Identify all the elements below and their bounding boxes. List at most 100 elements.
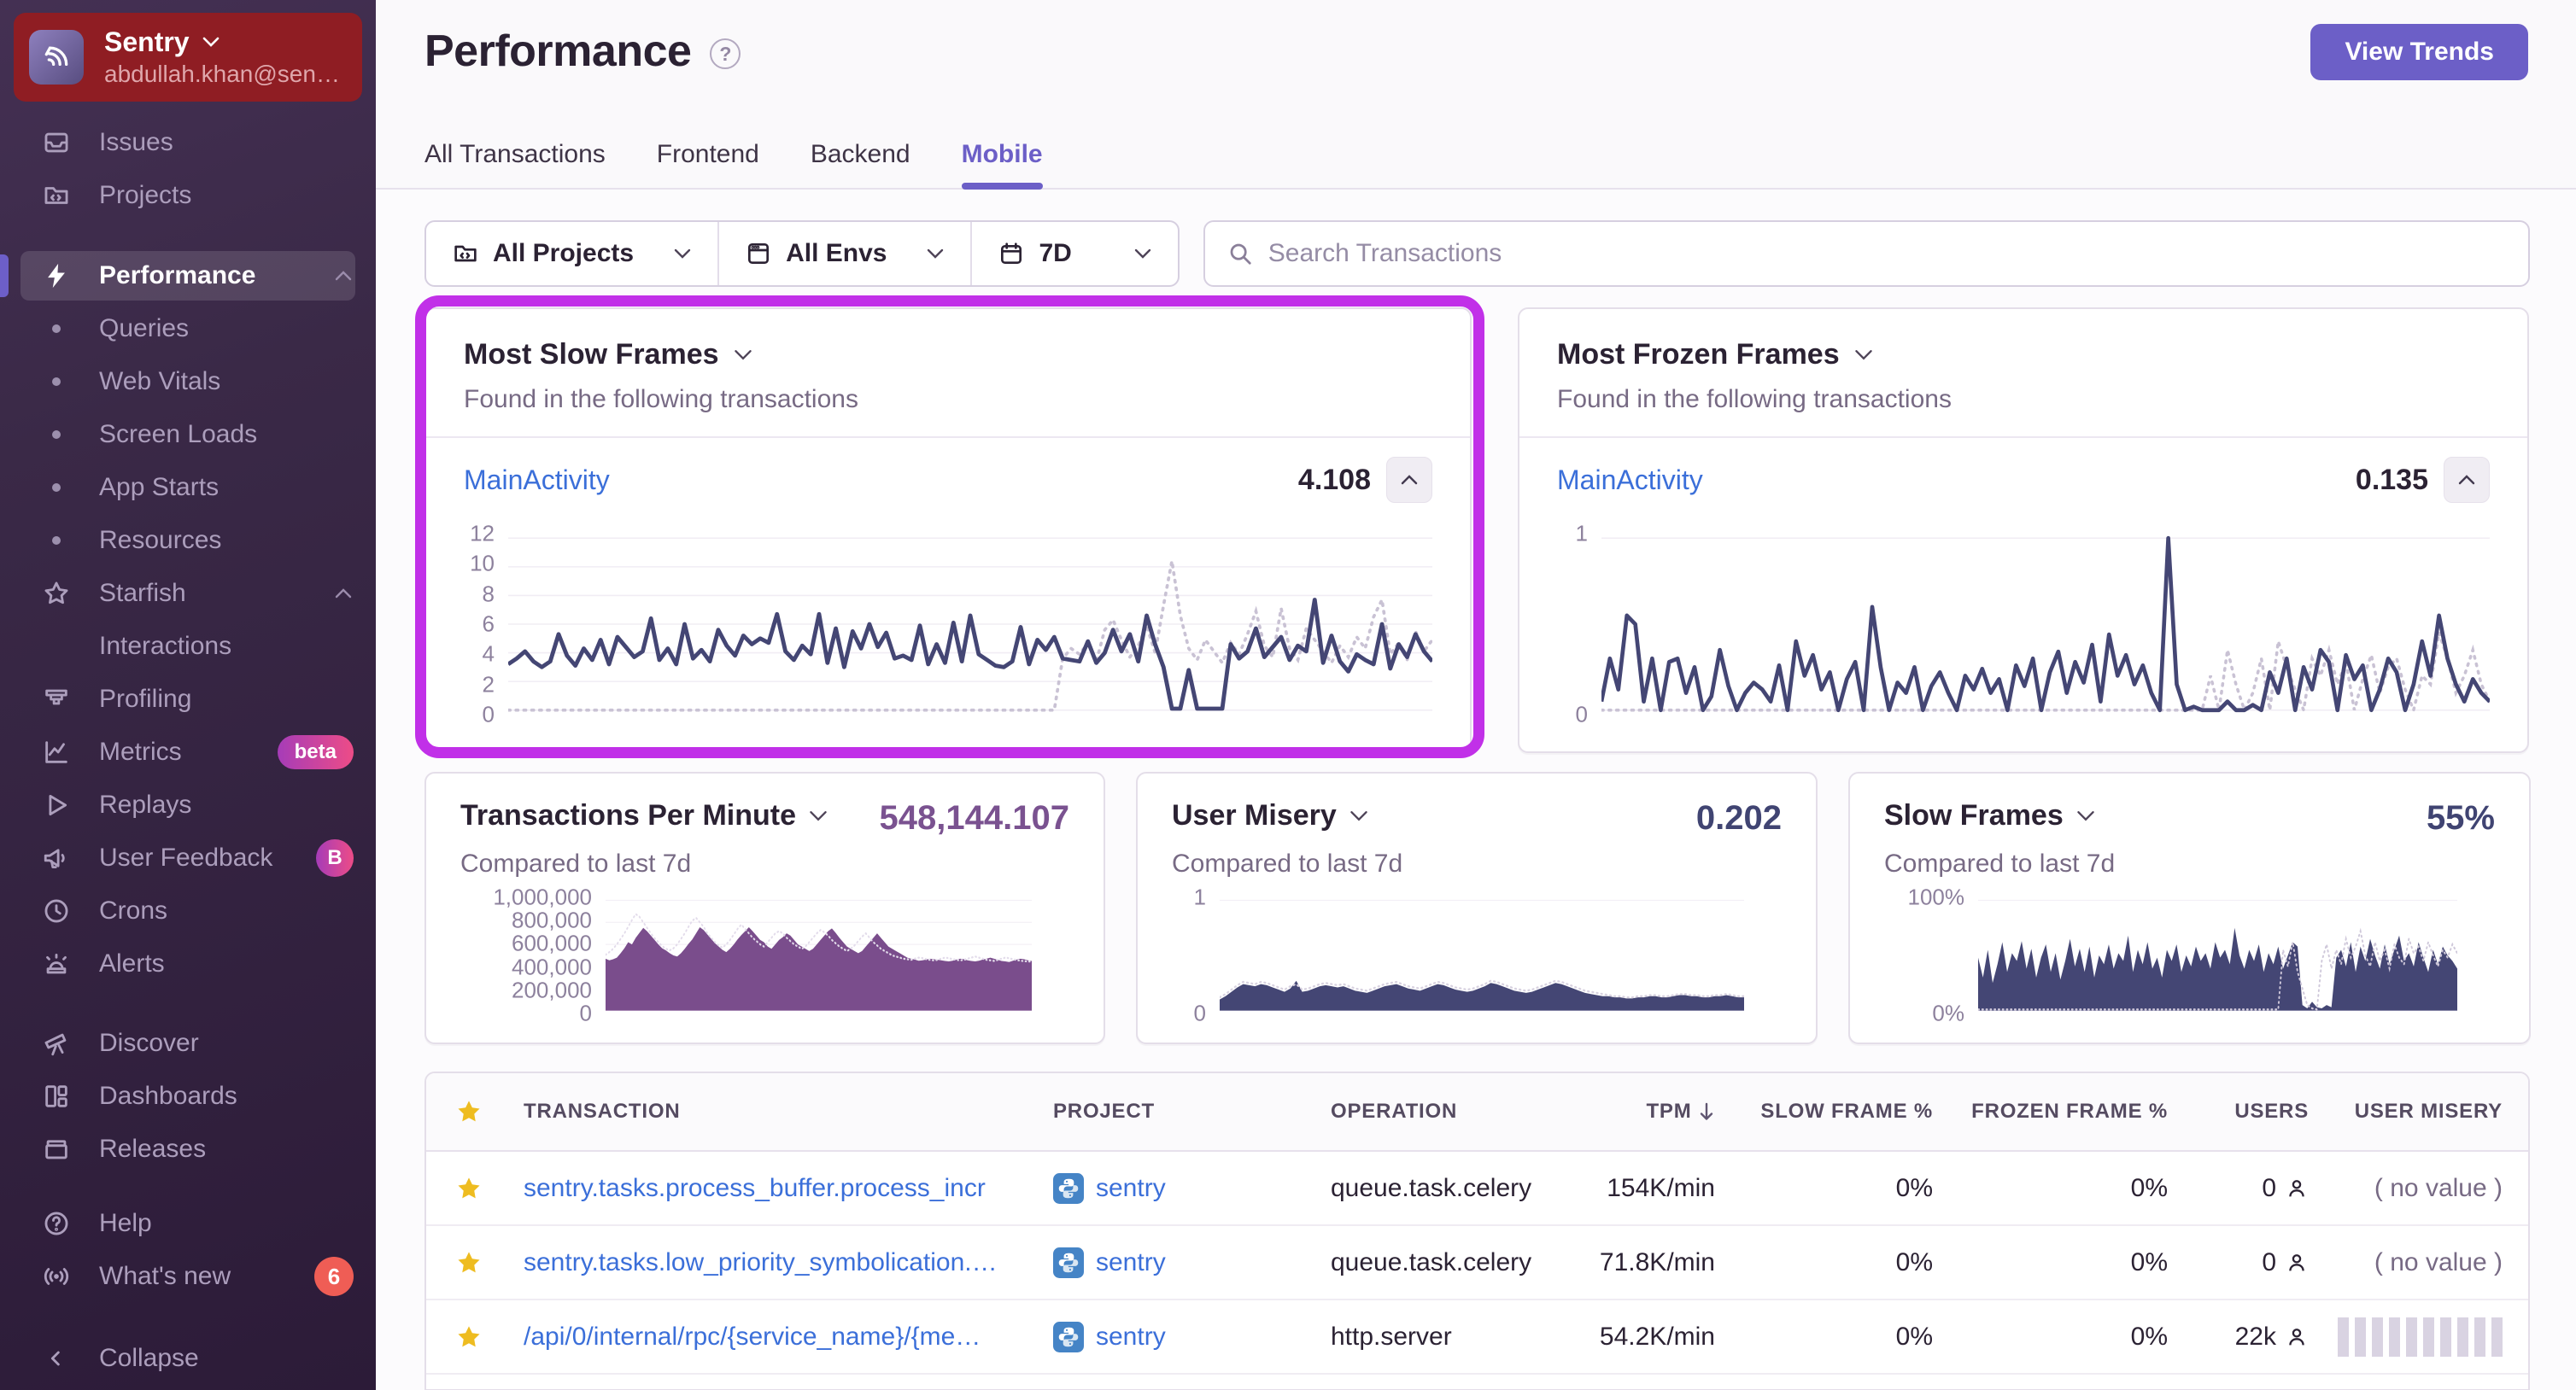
- transaction-link[interactable]: sentry.tasks.low_priority_symbolication.…: [524, 1248, 998, 1276]
- date-range-filter-button[interactable]: 7D: [972, 222, 1177, 285]
- sidebar-item-issues[interactable]: Issues: [0, 116, 376, 169]
- help-tooltip-icon[interactable]: ?: [710, 38, 741, 69]
- user-misery-chart: 10: [1180, 885, 1744, 1026]
- project-link[interactable]: sentry: [1096, 1174, 1166, 1203]
- sidebar-item-performance[interactable]: Performance: [0, 249, 376, 302]
- sidebar-item-profiling[interactable]: Profiling: [0, 673, 376, 726]
- b-badge: B: [316, 839, 354, 877]
- sidebar-item-screen-loads[interactable]: Screen Loads: [0, 408, 376, 461]
- tpm-cell: 71.8K/min: [1599, 1247, 1715, 1276]
- chevron-up-icon: [1401, 475, 1418, 485]
- collapse-row-button[interactable]: [1386, 457, 1432, 503]
- sidebar-item-interactions[interactable]: Interactions: [0, 620, 376, 673]
- transaction-link[interactable]: sentry.tasks.process_buffer.process_incr: [524, 1174, 986, 1202]
- tpm-widget-selector[interactable]: Transactions Per Minute: [460, 799, 828, 832]
- users-cell: 22k: [2168, 1323, 2309, 1352]
- col-tpm-sorted[interactable]: TPM: [1544, 1100, 1715, 1124]
- slow-frames-widget-selector[interactable]: Slow Frames: [1884, 799, 2096, 832]
- transaction-link[interactable]: /api/0/internal/rpc/{service_name}/{me…: [524, 1323, 981, 1351]
- transaction-link[interactable]: MainActivity: [1557, 464, 1703, 496]
- star-icon: [39, 576, 73, 610]
- star-icon: [458, 1251, 480, 1272]
- chevron-down-icon: [1350, 811, 1367, 821]
- widget-value: 0.135: [2355, 463, 2428, 496]
- bullet-icon: [52, 483, 61, 492]
- view-trends-button[interactable]: View Trends: [2310, 24, 2528, 80]
- page-header: Performance ? View Trends All Transactio…: [376, 0, 2576, 190]
- sidebar-item-whats-new[interactable]: What's new 6: [0, 1250, 376, 1303]
- sidebar-item-help[interactable]: Help: [0, 1197, 376, 1250]
- user-icon: [2289, 1253, 2304, 1270]
- chevron-down-icon: [202, 37, 219, 47]
- star-toggle[interactable]: [455, 1249, 524, 1276]
- most-slow-frames-widget-selector[interactable]: Most Slow Frames: [426, 309, 1470, 371]
- chevron-up-icon: [2458, 475, 2475, 485]
- environment-filter-button[interactable]: All Envs: [719, 222, 973, 285]
- col-frozen-frame[interactable]: FROZEN FRAME %: [1933, 1100, 2168, 1124]
- user-icon: [2289, 1328, 2304, 1345]
- sidebar-item-resources[interactable]: Resources: [0, 514, 376, 567]
- sidebar-item-replays[interactable]: Replays: [0, 779, 376, 832]
- sidebar-collapse-button[interactable]: Collapse: [0, 1332, 376, 1385]
- star-icon: [458, 1325, 480, 1346]
- sidebar-item-web-vitals[interactable]: Web Vitals: [0, 355, 376, 408]
- misery-bar-gauge: [2309, 1317, 2503, 1357]
- clock-icon: [39, 894, 73, 928]
- broadcast-icon: [39, 1259, 73, 1294]
- sidebar: Sentry abdullah.khan@sen… Issues Project…: [0, 0, 376, 1390]
- tab-frontend[interactable]: Frontend: [657, 140, 759, 188]
- area-chart: [606, 897, 1032, 1013]
- table-row: sentry.tasks.low_priority_symbolication.…: [426, 1226, 2528, 1300]
- search-input[interactable]: [1268, 239, 2506, 268]
- line-chart: [1601, 534, 2490, 715]
- col-users[interactable]: USERS: [2168, 1100, 2309, 1124]
- col-project[interactable]: PROJECT: [1053, 1100, 1331, 1124]
- tab-mobile[interactable]: Mobile: [961, 140, 1043, 190]
- sidebar-item-dashboards[interactable]: Dashboards: [0, 1070, 376, 1123]
- tab-all-transactions[interactable]: All Transactions: [424, 140, 606, 188]
- col-slow-frame[interactable]: SLOW FRAME %: [1715, 1100, 1933, 1124]
- user-misery-widget-selector[interactable]: User Misery: [1172, 799, 1369, 832]
- widget-subtitle: Compared to last 7d: [460, 850, 692, 878]
- sidebar-item-projects[interactable]: Projects: [0, 169, 376, 222]
- page-title: Performance: [424, 26, 692, 76]
- y-axis: 1,000,000 800,000 600,000 400,000 200,000 0: [493, 884, 592, 1026]
- transaction-link[interactable]: MainActivity: [464, 464, 610, 496]
- star-column-header[interactable]: [455, 1098, 524, 1125]
- chevron-down-icon: [674, 248, 691, 259]
- tab-backend[interactable]: Backend: [811, 140, 910, 188]
- most-slow-frames-chart: 12 10 8 6 4 2 0: [435, 521, 1432, 727]
- sidebar-item-user-feedback[interactable]: User Feedback B: [0, 832, 376, 885]
- most-frozen-frames-widget-selector[interactable]: Most Frozen Frames: [1519, 309, 2527, 371]
- sidebar-item-queries[interactable]: Queries: [0, 302, 376, 355]
- slow-frame-cell: 0%: [1895, 1247, 1933, 1276]
- sidebar-item-releases[interactable]: Releases: [0, 1123, 376, 1176]
- star-toggle[interactable]: [455, 1175, 524, 1202]
- window-icon: [748, 243, 770, 264]
- area-chart: [1220, 897, 1744, 1013]
- project-filter-button[interactable]: All Projects: [426, 222, 720, 285]
- star-toggle[interactable]: [455, 1323, 524, 1351]
- table-header: TRANSACTION PROJECT OPERATION TPM SLOW F…: [426, 1073, 2528, 1152]
- sidebar-item-starfish[interactable]: Starfish: [0, 567, 376, 620]
- sidebar-item-discover[interactable]: Discover: [0, 1017, 376, 1070]
- calendar-icon: [1001, 242, 1022, 264]
- bullet-icon: [52, 324, 61, 333]
- widget-value: 4.108: [1297, 463, 1371, 496]
- table-row: /api/0/internal/rpc/{service_name}/{me… …: [426, 1300, 2528, 1375]
- transactions-table: TRANSACTION PROJECT OPERATION TPM SLOW F…: [424, 1072, 2530, 1390]
- users-cell: 0: [2168, 1174, 2309, 1203]
- sidebar-item-app-starts[interactable]: App Starts: [0, 461, 376, 514]
- col-operation[interactable]: OPERATION: [1331, 1100, 1544, 1124]
- main-content: All Projects All Envs 7D Search Transact…: [376, 190, 2576, 1390]
- org-switcher[interactable]: Sentry abdullah.khan@sen…: [14, 13, 362, 102]
- project-link[interactable]: sentry: [1096, 1248, 1166, 1277]
- sidebar-item-crons[interactable]: Crons: [0, 885, 376, 937]
- collapse-row-button[interactable]: [2444, 457, 2490, 503]
- project-link[interactable]: sentry: [1096, 1323, 1166, 1352]
- sidebar-item-alerts[interactable]: Alerts: [0, 937, 376, 990]
- bullet-icon: [52, 377, 61, 386]
- col-transaction[interactable]: TRANSACTION: [524, 1100, 1053, 1124]
- sidebar-item-metrics[interactable]: Metrics beta: [0, 726, 376, 779]
- col-user-misery[interactable]: USER MISERY: [2309, 1100, 2503, 1124]
